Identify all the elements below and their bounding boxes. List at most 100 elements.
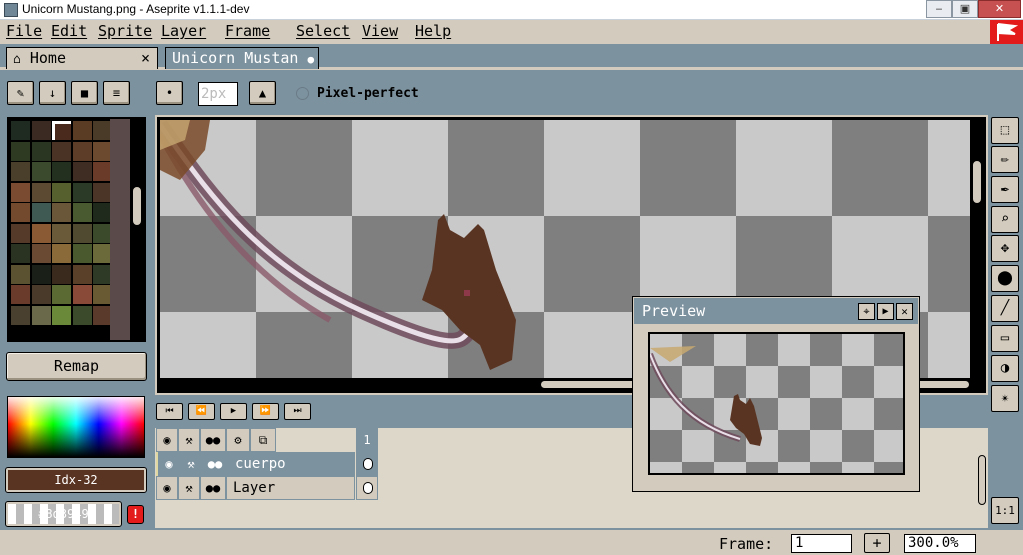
palette-swatch[interactable] bbox=[11, 162, 30, 181]
palette-swatch[interactable] bbox=[72, 223, 92, 243]
menu-select[interactable]: Select bbox=[296, 22, 350, 40]
palette-swatch[interactable] bbox=[72, 162, 92, 181]
load-palette-button[interactable]: ↓ bbox=[39, 81, 66, 105]
palette-swatch[interactable] bbox=[52, 244, 71, 263]
spray-tool[interactable]: ✴ bbox=[991, 385, 1019, 412]
palette-swatch[interactable] bbox=[31, 223, 51, 243]
palette-swatch[interactable] bbox=[11, 203, 30, 222]
canvas-vertical-scrollbar[interactable] bbox=[972, 160, 982, 204]
palette-options-button[interactable]: ≡ bbox=[103, 81, 130, 105]
palette-swatch[interactable] bbox=[72, 244, 92, 263]
save-palette-button[interactable]: ■ bbox=[71, 81, 98, 105]
onion-skin-icon[interactable]: ●● bbox=[200, 428, 226, 452]
menu-help[interactable]: Help bbox=[415, 22, 451, 40]
paint-bucket-tool[interactable]: ⬤ bbox=[991, 265, 1019, 292]
cel-layer-frame-1[interactable] bbox=[356, 476, 378, 500]
pixel-perfect-checkbox[interactable] bbox=[296, 87, 309, 100]
menu-layer[interactable]: Layer bbox=[161, 22, 206, 40]
play-button[interactable]: ▶ bbox=[220, 403, 247, 420]
palette-swatch[interactable] bbox=[31, 305, 51, 325]
frame-header-1[interactable]: 1 bbox=[356, 428, 378, 452]
layer-row-cuerpo[interactable]: ◉ ⚒ ●● cuerpo bbox=[156, 452, 355, 476]
eyedropper-tool[interactable]: ✒ bbox=[991, 176, 1019, 203]
minimize-button[interactable]: ‒ bbox=[926, 0, 952, 18]
line-tool[interactable]: ╱ bbox=[991, 295, 1019, 322]
palette-swatch[interactable] bbox=[52, 141, 71, 161]
palette-swatch[interactable] bbox=[11, 264, 30, 284]
previous-frame-button[interactable]: ⏪ bbox=[188, 403, 215, 420]
timeline-settings-icon[interactable]: ⚙ bbox=[226, 428, 250, 452]
palette-swatch[interactable] bbox=[11, 244, 30, 263]
palette-swatch[interactable] bbox=[72, 264, 92, 284]
layer-visibility-icon[interactable]: ◉ bbox=[156, 476, 178, 500]
menu-view[interactable]: View bbox=[362, 22, 398, 40]
palette-swatch[interactable] bbox=[72, 141, 92, 161]
link-cels-icon[interactable]: ⧉ bbox=[250, 428, 276, 452]
palette-swatch[interactable] bbox=[11, 223, 30, 243]
maximize-button[interactable]: ▣ bbox=[952, 0, 978, 18]
first-frame-button[interactable]: ⏮ bbox=[156, 403, 183, 420]
menu-sprite[interactable]: Sprite bbox=[98, 22, 152, 40]
pencil-tool[interactable]: ✏ bbox=[991, 146, 1019, 173]
layer-continuous-icon[interactable]: ●● bbox=[202, 452, 228, 476]
news-flag-icon[interactable] bbox=[990, 20, 1023, 44]
palette-swatch[interactable] bbox=[52, 285, 71, 304]
layer-visibility-icon[interactable]: ◉ bbox=[158, 452, 180, 476]
close-window-button[interactable]: ✕ bbox=[978, 0, 1021, 18]
zoom-tool[interactable]: ⌕ bbox=[991, 206, 1019, 233]
tab-home[interactable]: ⌂ Home × bbox=[6, 47, 158, 69]
ink-type-button[interactable]: ▲ bbox=[249, 81, 276, 105]
warning-icon[interactable]: ! bbox=[127, 505, 144, 524]
layer-row-layer[interactable]: ◉ ⚒ ●● Layer bbox=[156, 476, 355, 500]
lock-header-icon[interactable]: ⚒ bbox=[178, 428, 200, 452]
tab-close-icon[interactable]: × bbox=[141, 48, 150, 68]
next-frame-button[interactable]: ⏩ bbox=[252, 403, 279, 420]
background-color-button[interactable]: #8d3949 bbox=[5, 501, 122, 527]
palette-swatch[interactable] bbox=[31, 285, 51, 304]
zoom-reset-button[interactable]: 1:1 bbox=[991, 497, 1019, 524]
palette-swatch[interactable] bbox=[31, 121, 51, 140]
layer-name[interactable]: cuerpo bbox=[228, 452, 355, 476]
preview-play-button[interactable]: ▶ bbox=[877, 303, 894, 320]
palette-swatch[interactable] bbox=[52, 121, 71, 140]
layer-continuous-icon[interactable]: ●● bbox=[200, 476, 226, 500]
palette-scrollbar[interactable] bbox=[132, 186, 142, 226]
zoom-input[interactable]: 300.0% bbox=[904, 534, 976, 553]
palette-swatch[interactable] bbox=[52, 305, 71, 325]
palette-swatch[interactable] bbox=[52, 264, 71, 284]
palette-swatch[interactable] bbox=[52, 162, 71, 181]
preview-center-button[interactable]: ⌖ bbox=[858, 303, 875, 320]
preview-title-bar[interactable]: Preview ⌖ ▶ ✕ bbox=[634, 298, 918, 324]
palette-swatch[interactable] bbox=[31, 182, 51, 202]
palette-swatch[interactable] bbox=[11, 285, 30, 304]
cel-cuerpo-frame-1[interactable] bbox=[356, 452, 378, 476]
layer-name[interactable]: Layer bbox=[226, 476, 355, 500]
rectangular-marquee-tool[interactable]: ⬚ bbox=[991, 117, 1019, 144]
brush-size-input[interactable]: 2px bbox=[198, 82, 238, 106]
frame-input[interactable]: 1 bbox=[791, 534, 852, 553]
palette-swatch[interactable] bbox=[72, 121, 92, 140]
palette-swatch[interactable] bbox=[72, 203, 92, 222]
remap-button[interactable]: Remap bbox=[6, 352, 147, 381]
menu-file[interactable]: File bbox=[6, 22, 42, 40]
edit-palette-button[interactable]: ✎ bbox=[7, 81, 34, 105]
foreground-color-button[interactable]: Idx-32 bbox=[5, 467, 147, 493]
palette-swatch[interactable] bbox=[31, 264, 51, 284]
move-tool[interactable]: ✥ bbox=[991, 235, 1019, 262]
palette-swatch[interactable] bbox=[31, 244, 51, 263]
brush-shape-button[interactable]: • bbox=[156, 81, 183, 105]
layer-lock-icon[interactable]: ⚒ bbox=[180, 452, 202, 476]
palette-swatch[interactable] bbox=[52, 223, 71, 243]
visibility-header-icon[interactable]: ◉ bbox=[156, 428, 178, 452]
add-frame-button[interactable]: + bbox=[864, 533, 890, 553]
palette-swatch[interactable] bbox=[31, 141, 51, 161]
palette-swatch[interactable] bbox=[31, 162, 51, 181]
contour-tool[interactable]: ◑ bbox=[991, 355, 1019, 382]
palette-swatch[interactable] bbox=[72, 182, 92, 202]
preview-close-button[interactable]: ✕ bbox=[896, 303, 913, 320]
rectangle-tool[interactable]: ▭ bbox=[991, 325, 1019, 352]
last-frame-button[interactable]: ⏭ bbox=[284, 403, 311, 420]
color-spectrum[interactable] bbox=[7, 396, 145, 458]
layer-lock-icon[interactable]: ⚒ bbox=[178, 476, 200, 500]
palette-swatch[interactable] bbox=[52, 182, 71, 202]
